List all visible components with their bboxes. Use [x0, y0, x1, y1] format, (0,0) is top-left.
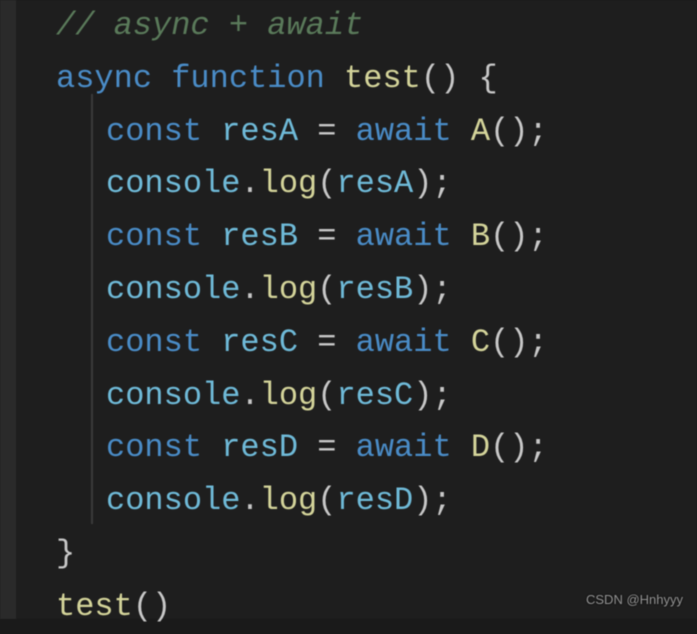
keyword-function: function [171, 60, 325, 97]
var-resD: resD [221, 429, 298, 466]
brace-open: { [459, 60, 497, 97]
parens: () [421, 60, 459, 97]
keyword-await: await [356, 113, 452, 150]
code-line: const resB = await B(); [56, 211, 697, 264]
code-line: const resD = await D(); [56, 422, 697, 475]
console: console [106, 165, 240, 202]
fn-B: B [471, 218, 490, 255]
code-line: console.log(resD); [56, 475, 697, 528]
keyword-async: async [56, 60, 152, 97]
arg-resB: resB [336, 271, 413, 308]
fn-call-test: test [56, 588, 133, 625]
var-resB: resB [221, 218, 298, 255]
comment: // async + await [56, 7, 363, 44]
code-line: const resC = await C(); [56, 317, 697, 370]
keyword-const: const [106, 113, 202, 150]
fn-A: A [471, 113, 490, 150]
brace-close: } [56, 535, 75, 572]
code-line: test() [56, 581, 697, 634]
code-editor[interactable]: // async + await async function test() {… [16, 0, 697, 619]
vertical-scrollbar[interactable] [0, 0, 16, 619]
code-line: const resA = await A(); [56, 106, 697, 159]
arg-resC: resC [336, 377, 413, 414]
code-line: console.log(resC); [56, 370, 697, 423]
log: log [260, 165, 318, 202]
fn-D: D [471, 429, 490, 466]
code-line: async function test() { [56, 53, 697, 106]
arg-resD: resD [336, 482, 413, 519]
equals: = [298, 113, 356, 150]
indent-guide [91, 94, 93, 524]
code-line: console.log(resA); [56, 158, 697, 211]
code-line: } [56, 528, 697, 581]
fn-C: C [471, 324, 490, 361]
watermark: CSDN @Hnhyyy [586, 592, 683, 607]
var-resA: resA [221, 113, 298, 150]
var-resC: resC [221, 324, 298, 361]
arg-resA: resA [336, 165, 413, 202]
code-line: console.log(resB); [56, 264, 697, 317]
code-line: // async + await [56, 0, 697, 53]
function-name: test [344, 60, 421, 97]
call-parens: () [133, 588, 171, 625]
